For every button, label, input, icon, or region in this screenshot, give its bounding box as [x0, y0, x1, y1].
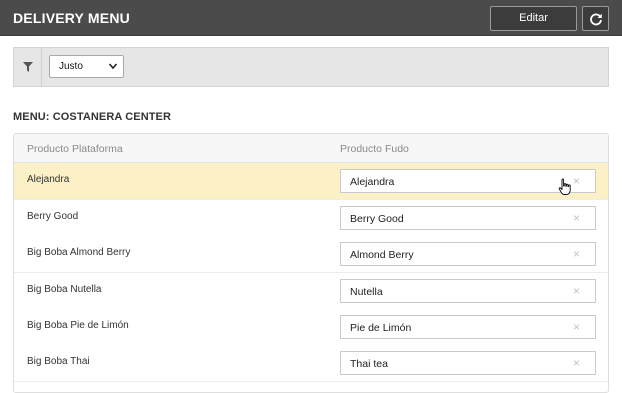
column-header-fudo: Producto Fudo [340, 143, 409, 155]
clear-icon[interactable]: × [573, 356, 580, 370]
refresh-icon [590, 13, 602, 26]
table-row: Big Boba Thai Thai tea × [14, 345, 608, 382]
platform-product: Big Boba Nutella [27, 284, 102, 295]
fudo-product-value: Almond Berry [350, 249, 414, 261]
fudo-product-field[interactable]: Almond Berry × [340, 242, 596, 266]
clear-icon[interactable]: × [573, 284, 580, 298]
page-title: DELIVERY MENU [13, 10, 130, 26]
platform-product: Berry Good [27, 211, 79, 222]
clear-icon[interactable]: × [573, 174, 580, 188]
column-header-platform: Producto Plataforma [27, 143, 123, 155]
platform-product: Big Boba Thai [27, 356, 90, 367]
table-row: Big Boba Nutella Nutella × [14, 273, 608, 310]
table-header: Producto Plataforma Producto Fudo [14, 134, 608, 163]
table-row: Berry Good Berry Good × [14, 200, 608, 237]
platform-select[interactable]: Justo [49, 55, 124, 78]
fudo-product-value: Alejandra [350, 176, 395, 188]
refresh-button[interactable] [582, 6, 609, 31]
table-row: Big Boba Almond Berry Almond Berry × [14, 236, 608, 273]
filter-icon [23, 62, 33, 72]
fudo-product-field[interactable]: Nutella × [340, 279, 596, 303]
fudo-product-field[interactable]: Pie de Limón × [340, 315, 596, 339]
table-row: Alejandra Alejandra × [14, 163, 608, 200]
menu-heading: MENU: COSTANERA CENTER [13, 111, 172, 123]
clear-icon[interactable]: × [573, 247, 580, 261]
filter-toggle[interactable] [14, 48, 42, 86]
filter-bar: Justo [13, 47, 609, 87]
fudo-product-value: Nutella [350, 286, 383, 298]
fudo-product-value: Berry Good [350, 213, 404, 225]
platform-product: Big Boba Almond Berry [27, 247, 131, 258]
fudo-product-field[interactable]: Berry Good × [340, 206, 596, 230]
clear-icon[interactable]: × [573, 211, 580, 225]
fudo-product-value: Pie de Limón [350, 322, 412, 334]
clear-icon[interactable]: × [573, 320, 580, 334]
platform-product: Alejandra [27, 174, 70, 185]
platform-product: Big Boba Pie de Limón [27, 320, 129, 331]
hand-cursor-icon [558, 178, 571, 195]
edit-button[interactable]: Editar [490, 6, 577, 31]
menu-table: Producto Plataforma Producto Fudo Alejan… [13, 133, 609, 393]
top-bar: DELIVERY MENU Editar [0, 0, 622, 36]
platform-select-value: Justo [59, 61, 83, 72]
table-row: Big Boba Pie de Limón Pie de Limón × [14, 309, 608, 346]
chevron-down-icon [108, 63, 118, 70]
fudo-product-value: Thai tea [350, 358, 388, 370]
fudo-product-field[interactable]: Thai tea × [340, 351, 596, 375]
